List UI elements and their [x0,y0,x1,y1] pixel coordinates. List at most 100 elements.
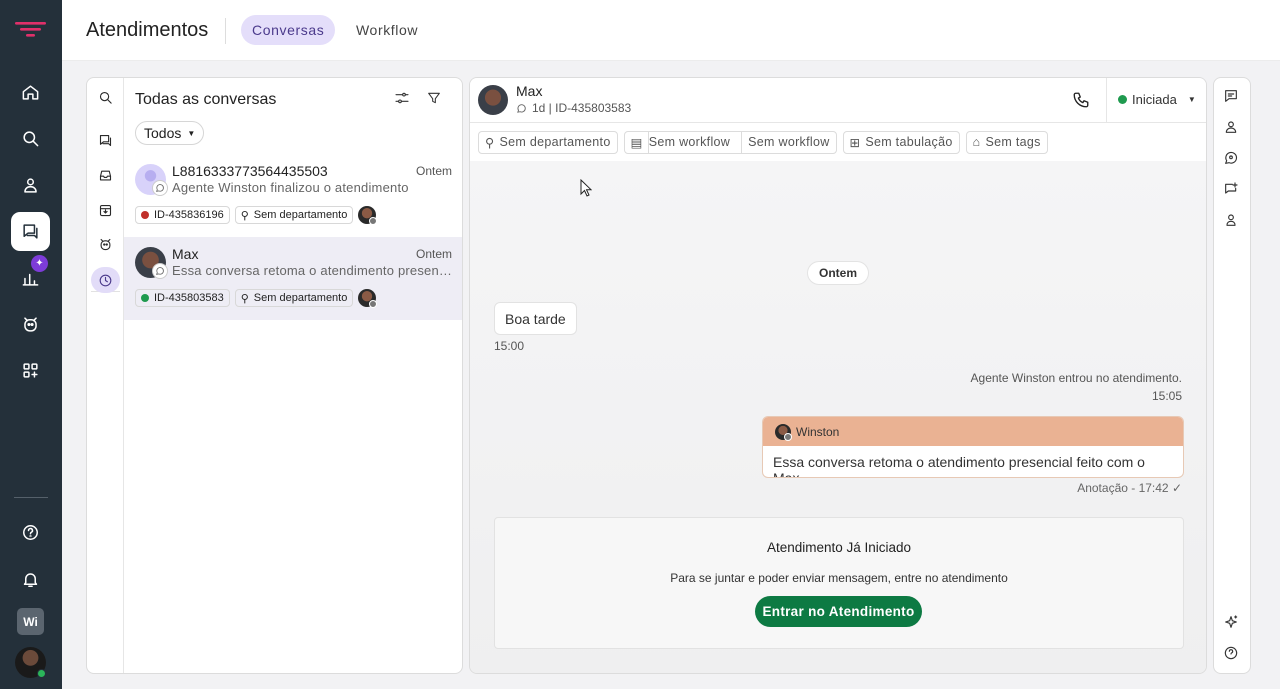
settings-sliders-icon[interactable] [394,90,412,108]
grid-icon: ⊞ [849,135,861,150]
list-title: Todas as conversas [135,91,277,108]
history-icon[interactable] [91,267,120,293]
department-tag[interactable]: ⚲ Sem departamento [478,130,618,154]
right-tools-panel [1213,77,1251,674]
ai-badge: ✦ [31,255,48,272]
user-avatar[interactable] [15,647,46,678]
archive-icon[interactable] [91,197,120,223]
agent-avatar [358,289,378,308]
contacts-icon[interactable] [11,166,50,205]
conversation-item-selected[interactable]: Max Ontem Essa conversa retoma o atendim… [124,237,462,320]
page-title: Atendimentos [86,19,209,41]
bot-icon[interactable] [11,305,50,344]
system-message-time: 15:05 [1151,389,1182,403]
rail-divider [14,497,48,498]
conversation-tags-bar: ⚲ Sem departamento ▤ Sem workflow Sem work… [470,123,1206,161]
status-label: Iniciada [1132,92,1177,107]
join-conversation-button[interactable]: Entrar no Atendimento [755,596,922,627]
id-chip: ID-435803583 [135,289,230,307]
app-logo[interactable] [14,20,47,38]
new-chat-icon[interactable] [1223,181,1241,199]
contact-avatar[interactable] [478,85,508,115]
tabulation-label: Sem tabulação [865,135,953,149]
status-dot [1118,95,1127,104]
notes-icon[interactable] [1223,88,1241,106]
phone-icon[interactable] [1072,91,1090,109]
contact-subtitle: 1d | ID-435803583 [516,101,631,115]
tab-workflow[interactable]: Workflow [345,15,429,45]
all-chats-icon[interactable] [91,127,120,153]
department-icon: ⚲ [240,292,249,305]
join-description: Para se juntar e poder enviar mensagem, … [670,571,1008,585]
conversation-item[interactable]: L8816333773564435503 Ontem Agente Winsto… [124,154,462,237]
internal-note: Winston Essa conversa retoma o atendimen… [762,416,1184,478]
department-icon: ⚲ [485,135,495,150]
mouse-cursor-icon [580,179,592,197]
contact-info-icon[interactable] [1223,119,1241,137]
tags-label: Sem tags [985,135,1041,149]
search-icon[interactable] [11,119,50,158]
apps-icon[interactable] [11,351,50,390]
note-header: Winston [763,417,1183,446]
date-divider: Ontem [808,262,869,284]
join-conversation-box: Atendimento Já Iniciado Para se juntar e… [494,517,1184,649]
workflow-segment[interactable]: ▤ Sem workflow [625,131,737,153]
app-sidebar: ✦ Wi [0,0,62,689]
title-separator [225,18,226,44]
incoming-message-time: 15:00 [494,339,525,353]
department-label: Sem departamento [499,135,611,149]
workspace-avatar[interactable]: Wi [17,608,44,635]
department-label: Sem departamento [253,292,348,304]
filter-icon[interactable] [426,90,444,108]
inbox-views-column [87,78,124,673]
contact-name[interactable]: Max [516,83,542,99]
caret-down-icon: ▼ [187,128,196,138]
conversation-id: ID-435836196 [154,209,224,221]
department-icon: ⚲ [240,209,249,222]
bell-icon[interactable] [11,560,50,599]
system-message-text: Agente Winston entrou no atendimento. [970,371,1182,385]
search-conversations-icon[interactable] [91,84,120,110]
conversation-time: Ontem [415,247,452,261]
tabulation-tag[interactable]: ⊞ Sem tabulação [842,130,960,154]
system-message: Agente Winston entrou no atendimento. 15… [971,369,1182,405]
conversation-time: Ontem [415,164,452,178]
whatsapp-contact-icon[interactable] [1223,150,1241,168]
bot-chats-icon[interactable] [91,231,120,257]
home-icon[interactable] [11,73,50,112]
department-chip: ⚲ Sem departamento [234,206,354,224]
inbox-icon[interactable] [91,162,120,188]
workflow-tag[interactable]: ▤ Sem workflow Sem workflow [623,130,837,154]
header-divider [1106,78,1107,123]
chats-icon[interactable] [11,212,50,251]
agent-avatar [358,206,378,225]
workflow-label: Sem workflow [647,131,730,153]
conversation-name: Max [172,246,199,262]
whatsapp-icon [152,263,168,279]
help-icon[interactable] [1223,645,1241,663]
filter-value: Todos [144,125,182,141]
whatsapp-icon [516,103,527,114]
chat-panel: Max 1d | ID-435803583 Iniciada ▼ ⚲ Sem de… [469,77,1207,674]
id-chip: ID-435836196 [135,206,230,224]
conversation-preview: Essa conversa retoma o atendimento prese… [172,263,452,278]
top-bar: Atendimentos Conversas Workflow [62,0,1280,61]
join-title: Atendimento Já Iniciado [766,540,912,555]
department-label: Sem departamento [253,209,348,221]
workflow-step-label[interactable]: Sem workflow [741,131,835,153]
contact-id: 1d | ID-435803583 [532,101,632,115]
tags-tag[interactable]: ⌂ Sem tags [965,130,1048,154]
ai-sparkle-icon[interactable] [1223,614,1241,632]
conversation-preview: Agente Winston finalizou o atendimento [172,180,409,195]
whatsapp-icon [152,180,168,196]
note-meta: Anotação - 17:42 ✓ [1077,481,1182,495]
help-icon[interactable] [11,513,50,552]
status-dropdown[interactable]: Iniciada ▼ [1118,92,1196,107]
conversation-filter-dropdown[interactable]: Todos ▼ [135,121,205,145]
transfer-agent-icon[interactable] [1223,212,1241,230]
status-dot [141,294,149,302]
status-dot [141,211,149,219]
note-text: Essa conversa retoma o atendimento prese… [773,454,1145,478]
tab-conversas[interactable]: Conversas [241,15,336,45]
chat-header: Max 1d | ID-435803583 Iniciada ▼ [470,78,1206,123]
